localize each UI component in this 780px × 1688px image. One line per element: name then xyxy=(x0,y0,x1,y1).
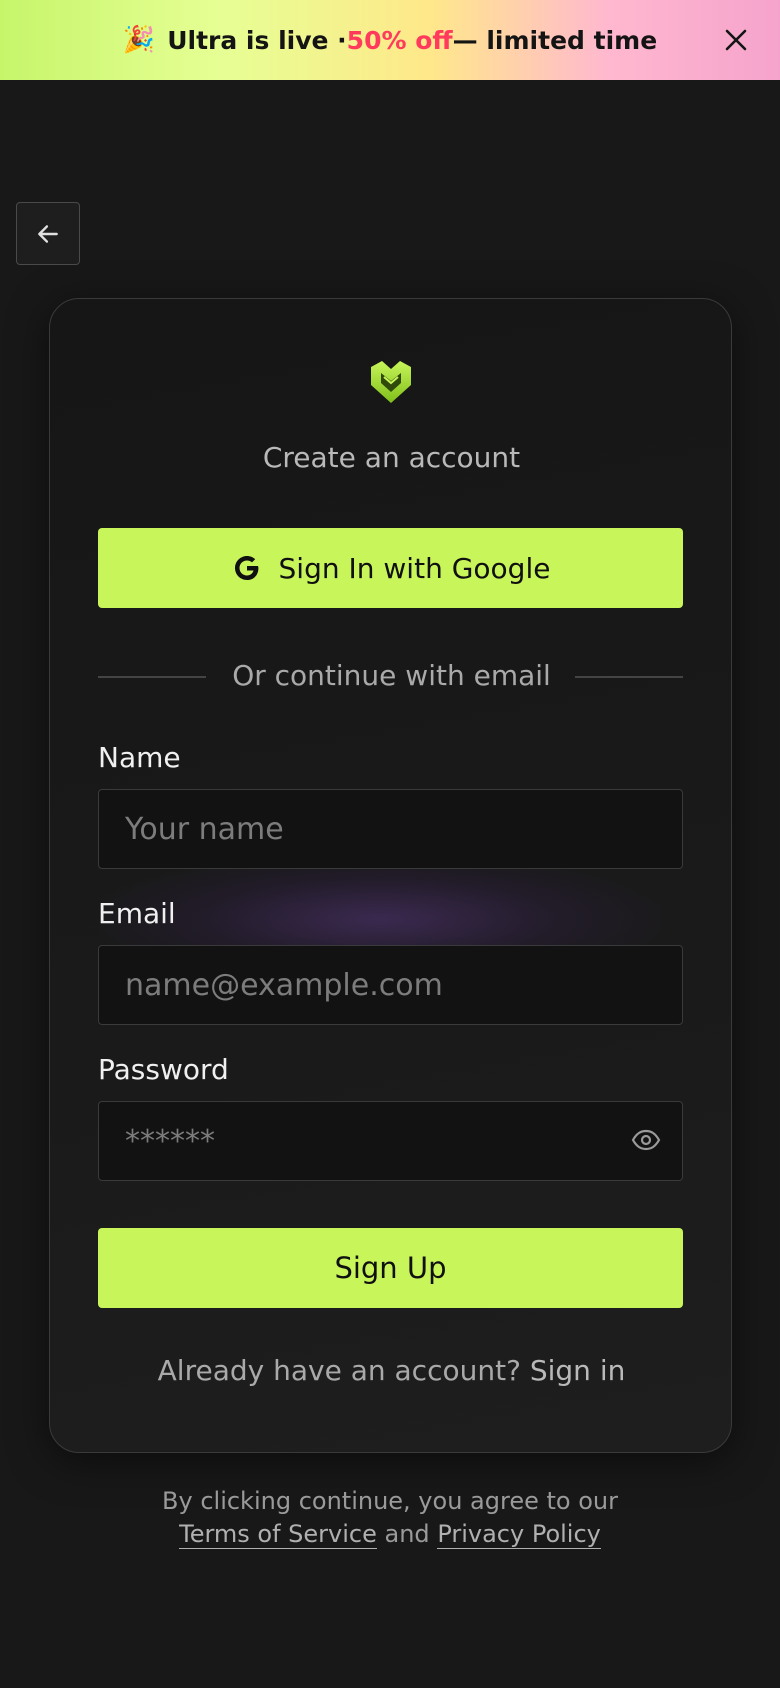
back-button[interactable] xyxy=(16,202,80,265)
legal-line-1: By clicking continue, you agree to our xyxy=(162,1487,618,1515)
promo-text-before: Ultra is live · xyxy=(167,25,347,55)
name-input[interactable] xyxy=(98,789,683,869)
terms-of-service-link[interactable]: Terms of Service xyxy=(179,1520,377,1549)
name-label: Name xyxy=(98,741,181,774)
google-button-label: Sign In with Google xyxy=(278,551,551,585)
brand-logo-icon xyxy=(371,361,411,403)
party-popper-icon: 🎉 xyxy=(122,25,156,55)
privacy-policy-link[interactable]: Privacy Policy xyxy=(437,1520,601,1549)
signin-prompt: Already have an account? xyxy=(157,1354,521,1387)
toggle-password-visibility-button[interactable] xyxy=(628,1122,664,1158)
signup-button-label: Sign Up xyxy=(334,1251,447,1285)
legal-text: By clicking continue, you agree to our T… xyxy=(0,1485,780,1551)
google-icon xyxy=(234,556,258,580)
promo-banner-text: 🎉 Ultra is live · 50% off — limited time xyxy=(123,25,657,55)
legal-and: and xyxy=(384,1520,430,1548)
signup-card: Create an account Sign In with Google Or… xyxy=(49,298,732,1453)
signin-row: Already have an account? Sign in xyxy=(50,1354,733,1387)
eye-icon xyxy=(631,1129,661,1151)
legal-line-2: Terms of Service and Privacy Policy xyxy=(0,1518,780,1551)
close-icon xyxy=(725,29,747,51)
promo-offer: 50% off xyxy=(346,25,453,55)
promo-text-after: — limited time xyxy=(452,25,658,55)
close-banner-button[interactable] xyxy=(720,24,752,56)
email-input[interactable] xyxy=(98,945,683,1025)
email-label: Email xyxy=(98,897,176,930)
promo-banner: 🎉 Ultra is live · 50% off — limited time xyxy=(0,0,780,80)
google-signin-button[interactable]: Sign In with Google xyxy=(98,528,683,608)
password-label: Password xyxy=(98,1053,229,1086)
signin-link[interactable]: Sign in xyxy=(530,1354,626,1387)
divider-line-right xyxy=(575,676,683,678)
signup-button[interactable]: Sign Up xyxy=(98,1228,683,1308)
arrow-left-icon xyxy=(38,224,58,243)
card-title: Create an account xyxy=(262,441,521,474)
password-input[interactable] xyxy=(98,1101,683,1181)
